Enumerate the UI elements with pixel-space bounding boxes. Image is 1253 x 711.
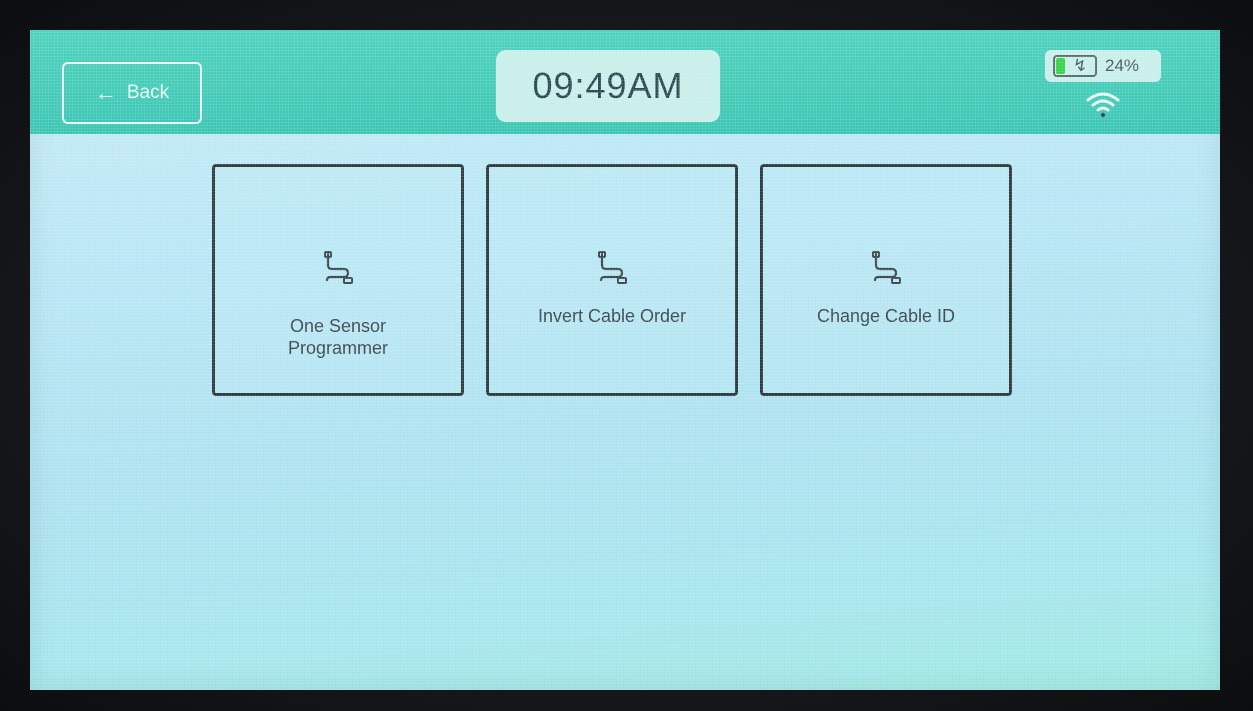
- tile-invert-cable-order[interactable]: Invert Cable Order: [486, 164, 738, 396]
- tile-label: One Sensor Programmer: [287, 316, 389, 358]
- battery-percent: 24%: [1105, 56, 1140, 75]
- arrow-left-icon: ←: [94, 80, 117, 105]
- back-button[interactable]: ← Back: [62, 62, 202, 124]
- tile-label: Invert Cable Order: [537, 306, 687, 326]
- battery-status: ↯ 24%: [1045, 50, 1161, 82]
- battery-fill: [1056, 58, 1065, 74]
- back-label: Back: [126, 82, 170, 103]
- cable-icon: [872, 251, 901, 284]
- device-bezel: ← Back 09:49AM ↯ 24% One Sensor Programm…: [0, 0, 1253, 711]
- header-bar: ← Back 09:49AM ↯ 24%: [30, 30, 1220, 134]
- tile-label: Change Cable ID: [816, 306, 956, 326]
- bolt-icon: ↯: [1073, 56, 1088, 75]
- tile-change-cable-id[interactable]: Change Cable ID: [760, 164, 1012, 396]
- cable-icon: [324, 251, 353, 284]
- battery-charging-icon: ↯: [1053, 55, 1097, 77]
- clock-time: 09:49AM: [532, 65, 684, 106]
- cable-icon: [598, 251, 627, 284]
- wifi-icon: [1086, 92, 1120, 118]
- touch-screen: ← Back 09:49AM ↯ 24% One Sensor Programm…: [30, 30, 1220, 690]
- tile-one-sensor-programmer[interactable]: One Sensor Programmer: [212, 164, 464, 396]
- clock-display: 09:49AM: [496, 50, 720, 122]
